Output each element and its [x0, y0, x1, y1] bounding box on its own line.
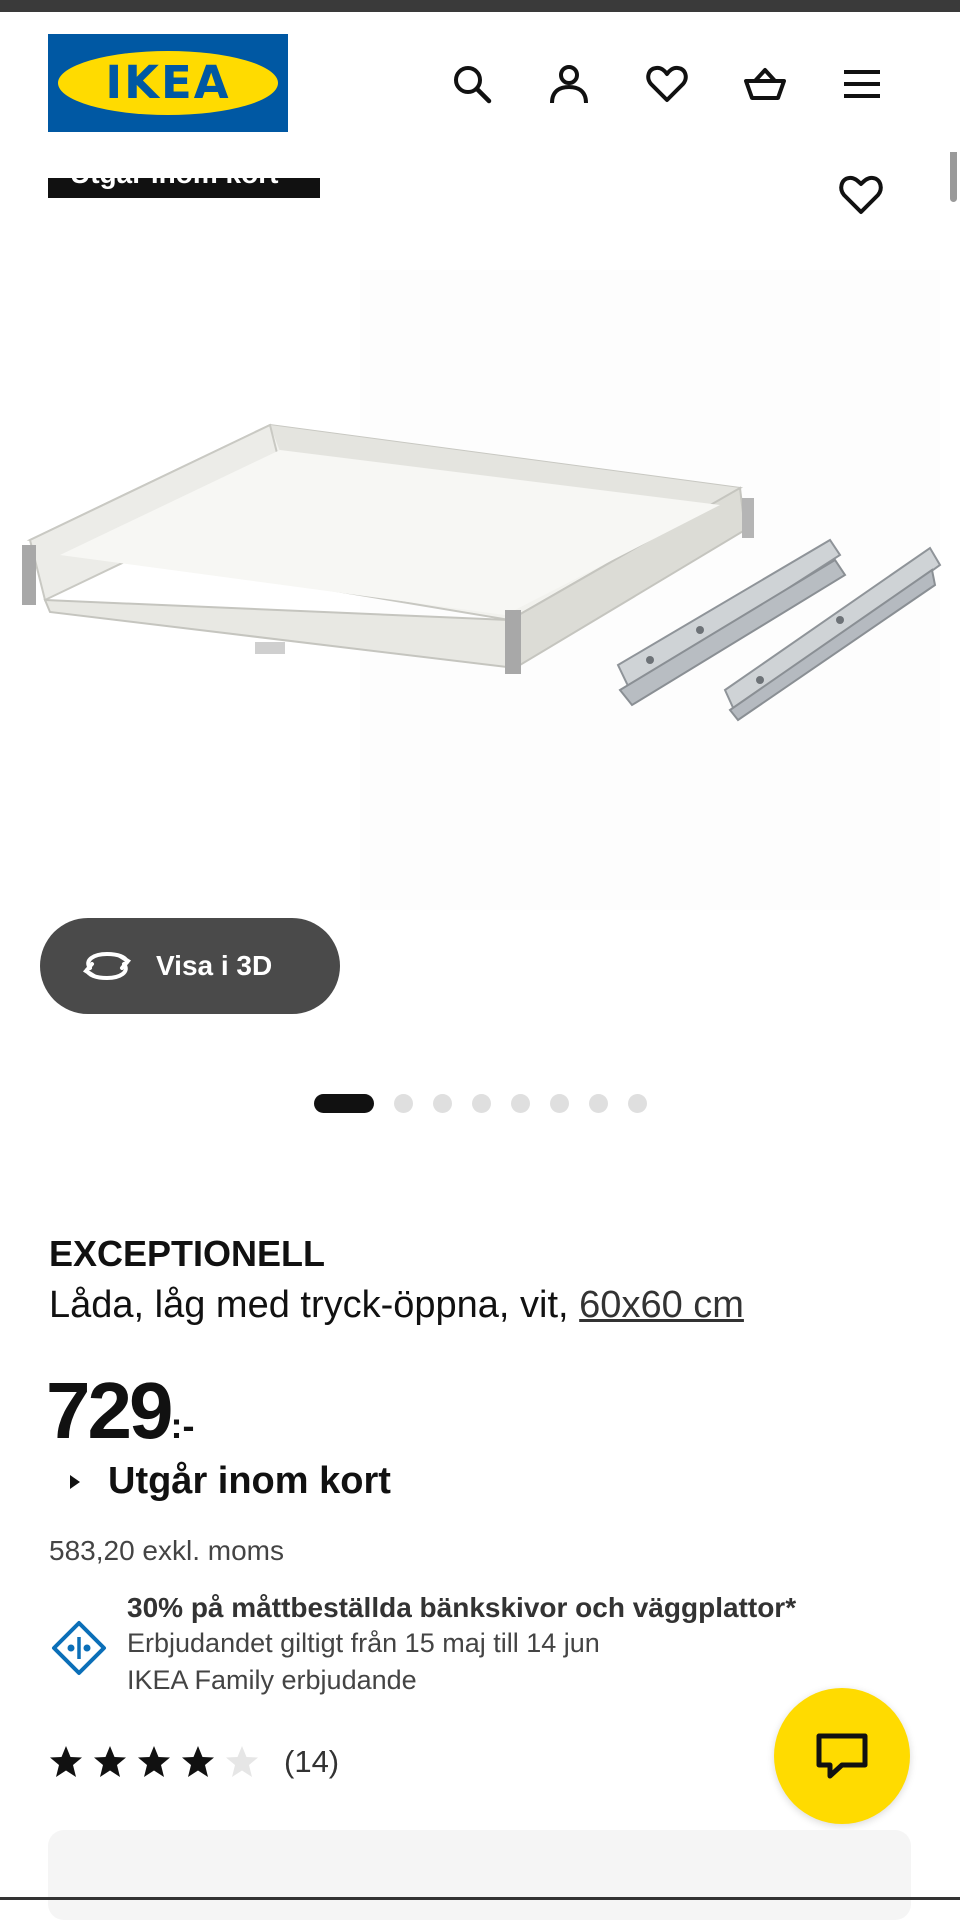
save-favourite-heart-icon[interactable] [836, 168, 886, 218]
cart-icon[interactable] [739, 58, 791, 110]
star-empty-icon [226, 1746, 258, 1777]
chat-button[interactable] [774, 1688, 910, 1824]
gallery-dot[interactable] [550, 1093, 569, 1113]
offer-tag-icon [52, 1621, 106, 1675]
gallery-pagination [314, 1093, 667, 1113]
price-suffix: :- [170, 1405, 195, 1446]
product-image[interactable] [0, 220, 960, 920]
search-icon[interactable] [446, 58, 498, 110]
star-row [48, 1744, 268, 1780]
account-icon[interactable] [543, 58, 595, 110]
ikea-logo[interactable]: IKEA [48, 34, 288, 132]
top-header: IKEA [0, 12, 960, 152]
gallery-dot[interactable] [394, 1093, 413, 1113]
gallery-dot[interactable] [511, 1093, 530, 1113]
star-filled-icon [138, 1746, 170, 1777]
heart-icon[interactable] [641, 58, 693, 110]
product-description-text: Låda, låg med tryck-öppna, vit, [49, 1284, 569, 1326]
expand-triangle-icon [70, 1474, 80, 1489]
price-integer: 729 [46, 1366, 173, 1455]
price-excl-vat: 583,20 exkl. moms [49, 1535, 284, 1566]
size-link[interactable]: 60x60 cm [579, 1284, 744, 1326]
gallery-dot[interactable] [589, 1093, 608, 1113]
product-description: Låda, låg med tryck-öppna, vit, 60x60 cm [49, 1284, 744, 1327]
availability-text: Utgår inom kort [108, 1460, 391, 1502]
gallery-dot[interactable] [628, 1093, 647, 1113]
offer-program: IKEA Family erbjudande [127, 1665, 417, 1695]
product-name: EXCEPTIONELL [49, 1233, 326, 1274]
badge-text: Utgår inom kort [70, 178, 278, 190]
rotate-3d-icon [82, 951, 132, 981]
price: 729:- [46, 1365, 194, 1457]
menu-icon[interactable] [836, 58, 888, 110]
gallery-dot[interactable] [314, 1093, 374, 1113]
status-bar [0, 0, 960, 12]
next-section-card [48, 1830, 911, 1920]
gallery-dot[interactable] [472, 1093, 491, 1113]
star-filled-icon [94, 1746, 126, 1777]
availability-toggle[interactable]: Utgår inom kort [70, 1460, 391, 1503]
gallery-dot[interactable] [433, 1093, 452, 1113]
view-in-3d-label: Visa i 3D [156, 950, 273, 981]
logo-text: IKEA [105, 56, 231, 109]
star-filled-icon [50, 1746, 82, 1777]
offer-validity: Erbjudandet giltigt från 15 maj till 14 … [127, 1628, 600, 1658]
discontinued-badge: Utgår inom kort [48, 178, 320, 198]
view-in-3d-button[interactable]: Visa i 3D [40, 918, 340, 1014]
chat-icon [816, 1733, 868, 1779]
review-count: (14) [284, 1744, 340, 1779]
offer-title[interactable]: 30% på måttbeställda bänkskivor och vägg… [127, 1592, 796, 1624]
star-filled-icon [182, 1746, 214, 1777]
rating[interactable]: (14) [48, 1744, 339, 1780]
